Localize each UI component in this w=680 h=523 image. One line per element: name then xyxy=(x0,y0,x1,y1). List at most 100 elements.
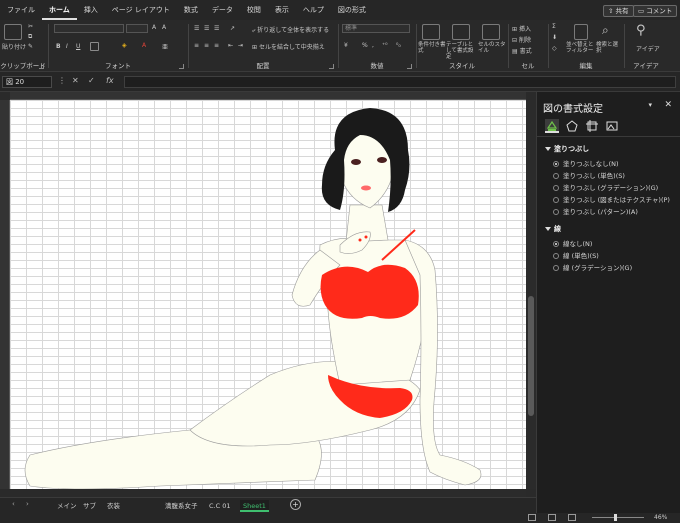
underline-button[interactable]: U xyxy=(76,43,80,50)
shrink-font-icon[interactable]: A xyxy=(162,24,166,31)
ideas-icon[interactable]: ⚲ xyxy=(636,23,646,38)
borders-icon[interactable] xyxy=(90,42,99,51)
find-select-button[interactable]: 検索と選択 xyxy=(596,42,622,54)
sheet-tab[interactable]: サブ xyxy=(80,500,99,512)
prev-sheet-icon[interactable]: ‹ xyxy=(12,500,15,508)
phonetic-icon[interactable]: 亜 xyxy=(162,42,168,51)
cancel-icon[interactable]: ✕ xyxy=(72,76,79,85)
font-name-combo[interactable] xyxy=(54,24,124,33)
pane-options-icon[interactable]: ▾ xyxy=(648,101,652,109)
line-option-none[interactable]: 線なし(N) xyxy=(553,238,592,248)
tab-insert[interactable]: 挿入 xyxy=(77,0,105,20)
sheet-tab[interactable]: 衣装 xyxy=(104,500,123,512)
format-as-table-icon[interactable] xyxy=(452,24,470,40)
clipboard-launcher[interactable] xyxy=(39,64,44,69)
clear-icon[interactable]: ◇ xyxy=(552,45,557,52)
tab-review[interactable]: 校閲 xyxy=(240,0,268,20)
normal-view-icon[interactable] xyxy=(528,514,536,521)
sheet-tab[interactable]: メイン xyxy=(54,500,80,512)
zoom-slider[interactable] xyxy=(592,517,644,518)
font-size-combo[interactable] xyxy=(126,24,148,33)
share-button[interactable]: ⇧ 共有 xyxy=(603,5,634,17)
horizontal-scrollbar[interactable] xyxy=(300,489,526,497)
sheet-tab-active[interactable]: Sheet1 xyxy=(240,500,269,512)
next-sheet-icon[interactable]: › xyxy=(26,500,29,508)
format-painter-icon[interactable]: ✎ xyxy=(28,43,33,50)
tab-formulas[interactable]: 数式 xyxy=(177,0,205,20)
fill-option-solid[interactable]: 塗りつぶし (単色)(S) xyxy=(553,170,625,180)
sheet-tab[interactable]: 満腹系女子 xyxy=(162,500,201,512)
pinup-illustration[interactable] xyxy=(10,100,526,489)
fill-line-icon[interactable] xyxy=(545,119,559,133)
confirm-icon[interactable]: ✓ xyxy=(88,76,95,85)
tab-picture-format[interactable]: 図の形式 xyxy=(331,0,373,20)
align-right-icon[interactable]: ≡ xyxy=(214,42,219,49)
format-cells-button[interactable]: ▤ 書式 xyxy=(512,46,532,55)
zoom-thumb[interactable] xyxy=(614,514,617,521)
line-option-solid[interactable]: 線 (単色)(S) xyxy=(553,250,599,260)
tab-page-layout[interactable]: ページ レイアウト xyxy=(105,0,177,20)
tab-help[interactable]: ヘルプ xyxy=(296,0,331,20)
orientation-icon[interactable]: ↗ xyxy=(230,25,235,32)
autosum-icon[interactable]: Σ xyxy=(552,23,556,30)
size-properties-icon[interactable] xyxy=(585,119,599,133)
increase-decimal-icon[interactable]: ⁺⁰ xyxy=(382,42,388,49)
page-break-view-icon[interactable] xyxy=(568,514,576,521)
align-top-icon[interactable]: ☰ xyxy=(194,25,199,32)
fill-option-pattern[interactable]: 塗りつぶし (パターン)(A) xyxy=(553,206,638,216)
cut-icon[interactable]: ✂ xyxy=(28,23,33,30)
close-icon[interactable]: ✕ xyxy=(664,100,672,110)
font-launcher[interactable] xyxy=(179,64,184,69)
add-sheet-icon[interactable]: + xyxy=(290,499,301,510)
decrease-indent-icon[interactable]: ⇤ xyxy=(228,42,233,49)
page-layout-view-icon[interactable] xyxy=(548,514,556,521)
ideas-button[interactable]: アイデア xyxy=(636,44,660,53)
picture-icon[interactable] xyxy=(605,119,619,133)
line-option-gradient[interactable]: 線 (グラデーション)(G) xyxy=(553,262,632,272)
insert-function-icon[interactable]: fx xyxy=(106,76,114,85)
conditional-format-button[interactable]: 条件付き書式 xyxy=(418,42,446,54)
alignment-launcher[interactable] xyxy=(329,64,334,69)
align-bottom-icon[interactable]: ☰ xyxy=(214,25,219,32)
fill-color-icon[interactable]: ◈ xyxy=(122,42,127,49)
percent-icon[interactable]: % xyxy=(362,42,368,49)
conditional-format-icon[interactable] xyxy=(422,24,440,40)
number-launcher[interactable] xyxy=(407,64,412,69)
decrease-decimal-icon[interactable]: ⁰₀ xyxy=(396,42,401,49)
line-section-header[interactable]: 線 xyxy=(545,224,561,234)
sort-filter-icon[interactable] xyxy=(574,24,588,40)
cell-grid[interactable] xyxy=(10,100,526,489)
paste-button[interactable]: 貼り付け xyxy=(2,42,26,51)
fill-option-picture[interactable]: 塗りつぶし (図またはテクスチャ)(P) xyxy=(553,194,670,204)
zoom-level[interactable]: 46% xyxy=(654,514,667,521)
tab-data[interactable]: データ xyxy=(205,0,240,20)
insert-cells-button[interactable]: ⊞ 挿入 xyxy=(512,24,531,33)
find-icon[interactable]: ⌕ xyxy=(602,23,609,38)
comma-icon[interactable]: , xyxy=(372,42,374,49)
fill-option-none[interactable]: 塗りつぶしなし(N) xyxy=(553,158,619,168)
fill-section-header[interactable]: 塗りつぶし xyxy=(545,144,589,154)
grow-font-icon[interactable]: A xyxy=(152,24,156,31)
name-box[interactable]: 図 20 xyxy=(2,76,52,88)
vertical-scroll-thumb[interactable] xyxy=(528,296,534,416)
fill-icon[interactable]: ⬇ xyxy=(552,34,557,41)
paste-icon[interactable] xyxy=(4,24,22,40)
sort-filter-button[interactable]: 並べ替えとフィルター xyxy=(566,42,596,54)
copy-icon[interactable]: ⧉ xyxy=(28,33,32,41)
vertical-scrollbar[interactable] xyxy=(526,100,536,489)
comment-button[interactable]: ▭ コメント xyxy=(633,5,678,17)
cell-styles-icon[interactable] xyxy=(482,24,500,40)
cell-styles-button[interactable]: セルのスタイル xyxy=(478,42,506,54)
align-middle-icon[interactable]: ☰ xyxy=(204,25,209,32)
format-as-table-button[interactable]: テーブルとして書式設定 xyxy=(446,42,478,60)
number-format-combo[interactable]: 標準 xyxy=(342,24,410,33)
tab-home[interactable]: ホーム xyxy=(42,0,77,20)
align-center-icon[interactable]: ≡ xyxy=(204,42,209,49)
currency-icon[interactable]: ¥ xyxy=(344,42,348,49)
italic-button[interactable]: I xyxy=(66,43,68,50)
fill-option-gradient[interactable]: 塗りつぶし (グラデーション)(G) xyxy=(553,182,658,192)
tab-view[interactable]: 表示 xyxy=(268,0,296,20)
sheet-tab[interactable]: C.C 01 xyxy=(206,500,233,512)
bold-button[interactable]: B xyxy=(56,43,61,50)
wrap-text-button[interactable]: ⤶ 折り返して全体を表示する xyxy=(252,25,329,35)
